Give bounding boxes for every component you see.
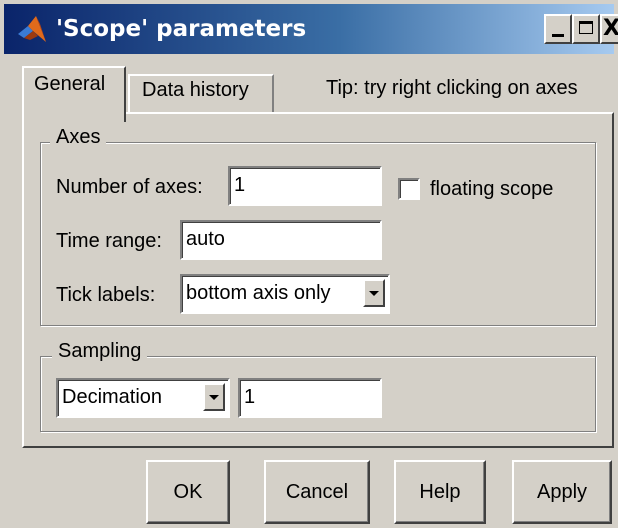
tick-labels-value: bottom axis only: [186, 282, 331, 304]
cancel-button[interactable]: Cancel: [264, 460, 370, 524]
sampling-group-title: Sampling: [52, 340, 148, 363]
number-of-axes-label: Number of axes:: [56, 176, 203, 198]
number-of-axes-input[interactable]: 1: [228, 166, 382, 206]
sampling-mode-dropdown-button[interactable]: [203, 383, 225, 411]
axes-group-title: Axes: [50, 126, 107, 149]
sampling-mode-value: Decimation: [62, 386, 163, 408]
tick-labels-dropdown-button[interactable]: [363, 279, 385, 307]
tick-labels-dropdown[interactable]: bottom axis only: [180, 274, 390, 314]
tip-text: Tip: try right clicking on axes: [326, 77, 578, 99]
chevron-down-icon: [369, 291, 379, 296]
minimize-button[interactable]: [544, 14, 572, 44]
floating-scope-label: floating scope: [430, 178, 554, 200]
scope-parameters-dialog: 'Scope' parameters X General Data histor…: [0, 0, 618, 528]
sampling-value-input[interactable]: 1: [238, 378, 382, 418]
time-range-label: Time range:: [56, 230, 162, 252]
tick-labels-label: Tick labels:: [56, 284, 156, 306]
window-title: 'Scope' parameters: [56, 16, 307, 42]
help-button[interactable]: Help: [394, 460, 486, 524]
floating-scope-checkbox[interactable]: [398, 178, 420, 200]
tab-data-history[interactable]: Data history: [128, 74, 274, 112]
maximize-icon: [579, 21, 593, 34]
close-icon: X: [603, 16, 618, 41]
ok-button[interactable]: OK: [146, 460, 230, 524]
maximize-button[interactable]: [572, 14, 600, 44]
matlab-logo-icon: [18, 16, 46, 42]
title-bar[interactable]: 'Scope' parameters X: [4, 4, 618, 54]
sampling-mode-dropdown[interactable]: Decimation: [56, 378, 230, 418]
close-button[interactable]: X: [600, 14, 618, 44]
time-range-input[interactable]: auto: [180, 220, 382, 260]
apply-button[interactable]: Apply: [512, 460, 612, 524]
chevron-down-icon: [209, 395, 219, 400]
tab-general[interactable]: General: [22, 66, 126, 122]
minimize-icon: [552, 34, 564, 37]
